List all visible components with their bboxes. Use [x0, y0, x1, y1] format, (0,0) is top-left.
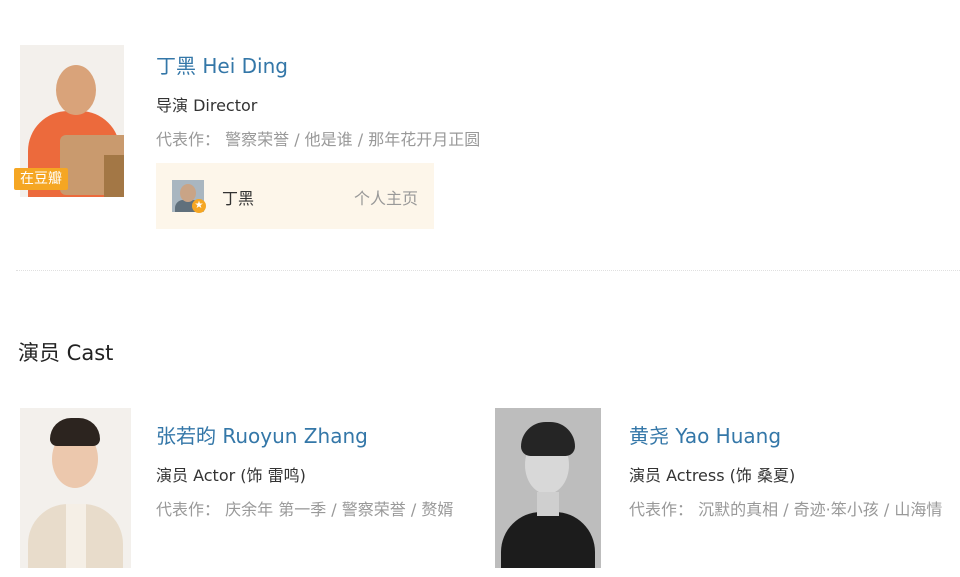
cast-role: 演员 Actress (饰 桑夏) [629, 466, 796, 485]
verified-icon: ★ [192, 199, 206, 213]
profile-homepage-link[interactable]: 个人主页 [354, 185, 418, 209]
works-label: 代表作： [629, 500, 694, 519]
cast-photo[interactable] [20, 408, 131, 568]
douban-badge: 在豆瓣 [14, 168, 68, 190]
cast-section-title: 演员 Cast [18, 341, 114, 365]
director-entry: 在豆瓣 丁黑 Hei Ding 导演 Director 代表作： 警察荣誉 / … [0, 0, 960, 270]
works-list: 沉默的真相 / 奇迹·笨小孩 / 山海情 [698, 500, 943, 519]
director-name-link[interactable]: 丁黑 Hei Ding [156, 50, 288, 79]
works-label: 代表作： [156, 130, 221, 149]
works-list: 庆余年 第一季 / 警察荣誉 / 赘婿 [225, 500, 454, 519]
director-profile-card[interactable]: ★ 丁黑 个人主页 [156, 163, 434, 229]
works-list: 警察荣誉 / 他是谁 / 那年花开月正圆 [225, 130, 481, 149]
cast-name-link[interactable]: 黄尧 Yao Huang [629, 420, 781, 449]
cast-works: 代表作： 沉默的真相 / 奇迹·笨小孩 / 山海情 [629, 496, 949, 523]
director-works: 代表作： 警察荣誉 / 他是谁 / 那年花开月正圆 [156, 126, 656, 153]
cast-photo[interactable] [495, 408, 601, 568]
cast-role: 演员 Actor (饰 雷鸣) [156, 466, 306, 485]
cast-name-link[interactable]: 张若昀 Ruoyun Zhang [156, 420, 368, 449]
works-label: 代表作： [156, 500, 221, 519]
cast-works: 代表作： 庆余年 第一季 / 警察荣誉 / 赘婿 [156, 496, 486, 523]
director-role: 导演 Director [156, 96, 258, 115]
profile-name: 丁黑 [222, 189, 255, 208]
section-divider [16, 270, 960, 271]
director-photo-head [56, 65, 96, 115]
